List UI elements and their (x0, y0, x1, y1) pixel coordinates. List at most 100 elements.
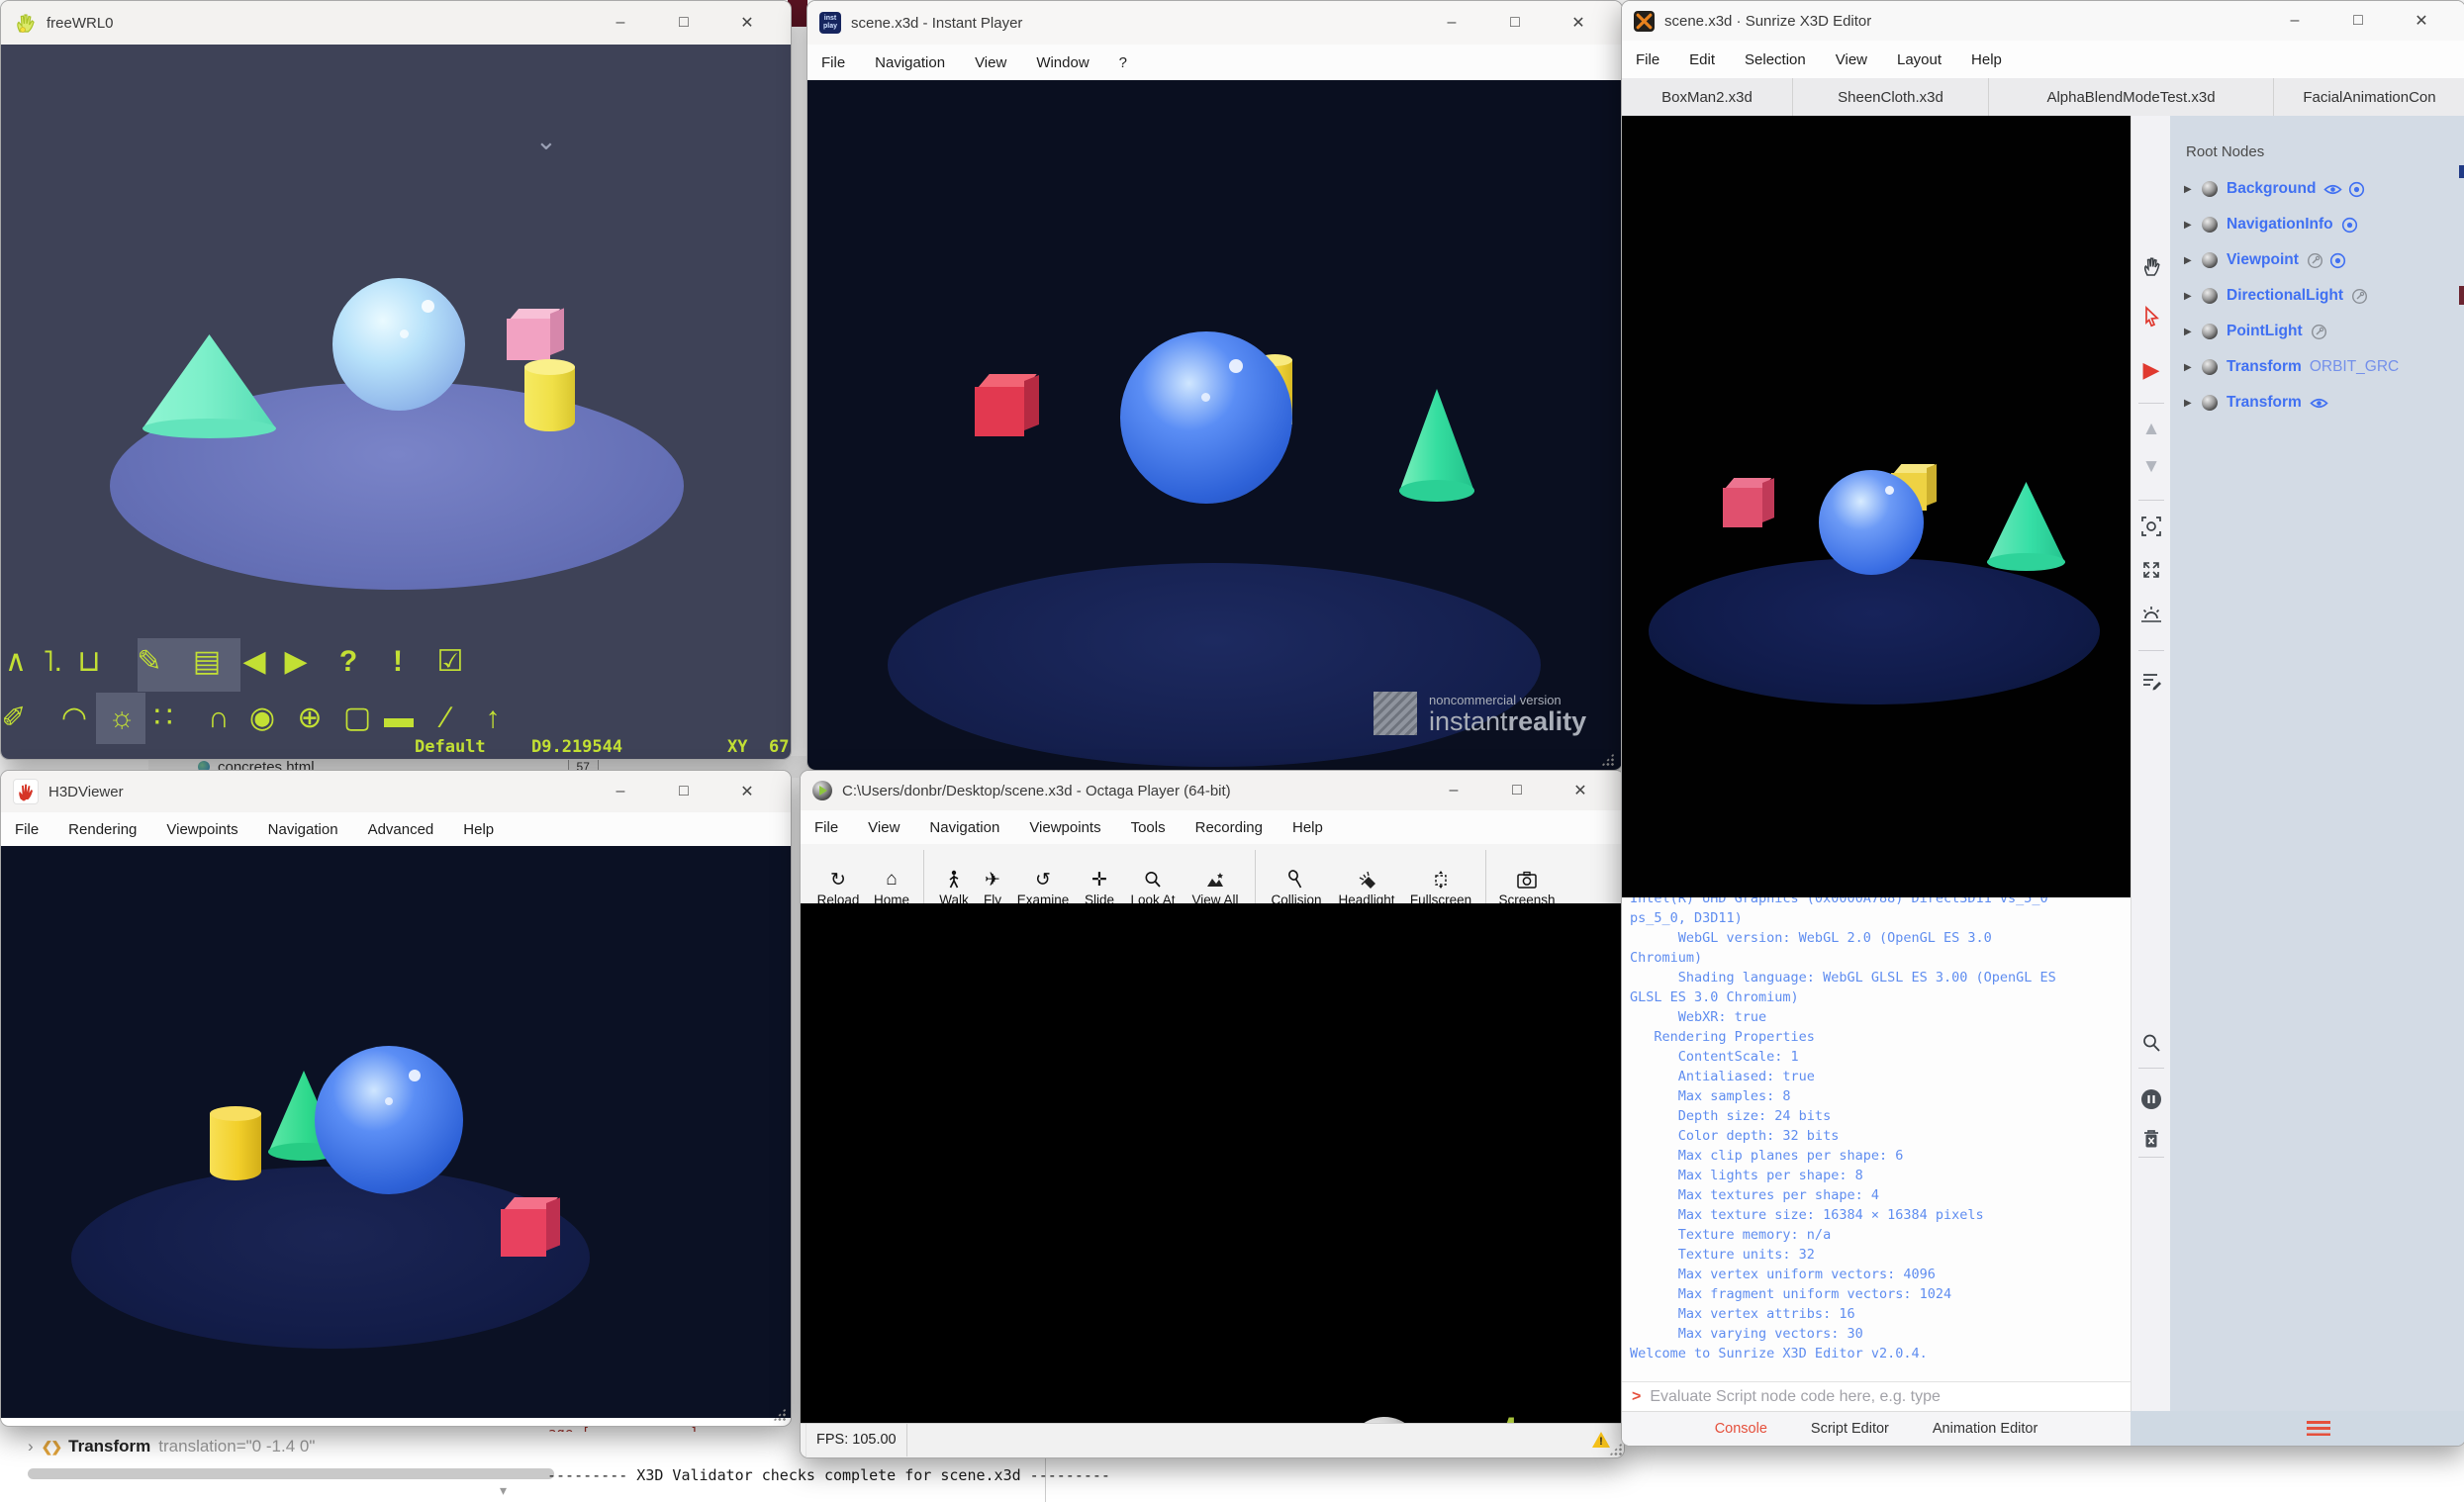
menu-file[interactable]: File (1636, 51, 1659, 68)
menu-view[interactable]: View (868, 819, 900, 836)
menu-file[interactable]: File (821, 54, 845, 71)
freewrl-tool-pen-icon[interactable]: ✎ (128, 638, 171, 686)
freewrl-platform-icon[interactable]: ▬ (377, 695, 421, 742)
freewrl-dome-icon[interactable]: ∩ (197, 695, 240, 742)
fit-view-icon[interactable] (2132, 559, 2171, 581)
focus-object-icon[interactable] (2132, 516, 2171, 537)
pan-hand-icon[interactable] (2132, 254, 2171, 278)
maximize-icon[interactable]: □ (2326, 12, 2390, 30)
menu-window[interactable]: Window (1036, 54, 1089, 71)
node-directionallight[interactable]: ▶ DirectionalLight (2170, 278, 2464, 314)
freewrl-dots-icon[interactable]: ∷ (142, 695, 185, 742)
horizontal-scrollbar[interactable] (28, 1468, 554, 1479)
maximize-icon[interactable]: □ (1483, 14, 1547, 32)
menu-file[interactable]: File (15, 821, 39, 838)
close-icon[interactable]: ✕ (1547, 13, 1610, 33)
node-pointlight[interactable]: ▶ PointLight (2170, 314, 2464, 349)
freewrl-next-icon[interactable]: ▶ (274, 638, 318, 686)
node-background[interactable]: ▶ Background (2170, 171, 2464, 207)
clear-console-icon[interactable] (2132, 1127, 2171, 1151)
menu-view[interactable]: View (975, 54, 1006, 71)
freewrl-up-arrow-icon[interactable]: ↑ (471, 695, 515, 742)
minimize-icon[interactable]: – (589, 14, 652, 32)
edit-source-icon[interactable] (2132, 670, 2171, 692)
menu-navigation[interactable]: Navigation (875, 54, 945, 71)
maximize-icon[interactable]: □ (652, 14, 715, 32)
sunrize-viewport[interactable] (1622, 116, 2131, 897)
close-icon[interactable]: ✕ (2390, 11, 2453, 31)
close-icon[interactable]: ✕ (1549, 781, 1612, 800)
menu-file[interactable]: File (814, 819, 838, 836)
eye-icon[interactable] (2310, 397, 2328, 410)
expander-icon[interactable]: ▶ (2184, 327, 2198, 337)
menu-help[interactable]: Help (463, 821, 494, 838)
select-cursor-icon[interactable] (2132, 306, 2171, 328)
instant-viewport[interactable]: noncommercial version instantreality (807, 80, 1622, 770)
node-navigationinfo[interactable]: ▶ NavigationInfo (2170, 207, 2464, 242)
menu-tools[interactable]: Tools (1131, 819, 1166, 836)
tab-sheencloth[interactable]: SheenCloth.x3d (1793, 78, 1989, 116)
tool-icon[interactable] (2307, 252, 2323, 269)
tool-icon[interactable] (2311, 324, 2327, 340)
menu-view[interactable]: View (1836, 51, 1867, 68)
pause-console-icon[interactable] (2132, 1087, 2171, 1111)
maximize-icon[interactable]: □ (1485, 782, 1549, 799)
menu-help[interactable]: Help (1971, 51, 2002, 68)
tab-facialanimation[interactable]: FacialAnimationCon (2274, 78, 2464, 116)
home-button[interactable]: ⌂Home (868, 867, 915, 907)
expander-icon[interactable]: ▶ (2184, 291, 2198, 302)
menu-selection[interactable]: Selection (1745, 51, 1806, 68)
minimize-icon[interactable]: – (589, 783, 652, 800)
menu-layout[interactable]: Layout (1897, 51, 1942, 68)
freewrl-tool-dish-icon[interactable]: ⊔ (67, 638, 111, 686)
resize-grip[interactable] (1601, 753, 1614, 766)
tab-alphablendmodetest[interactable]: AlphaBlendModeTest.x3d (1989, 78, 2274, 116)
menu-navigation[interactable]: Navigation (929, 819, 999, 836)
target-icon[interactable] (2341, 217, 2358, 234)
freewrl-viewport[interactable]: ⌄ ∧ ˥. ⊔ ✎ ▤ ◀ ▶ ? ! ☑ ✐ ◠ ☼ ∷ ∩ (1, 45, 791, 759)
target-icon[interactable] (2329, 252, 2346, 269)
expander-icon[interactable]: ▶ (2184, 255, 2198, 266)
node-transform-orbit[interactable]: ▶ Transform ORBIT_GRC (2170, 349, 2464, 385)
walk-button[interactable]: Walk (932, 867, 976, 907)
fullscreen-button[interactable]: Fullscreen (1404, 867, 1477, 907)
freewrl-pencil-icon[interactable]: ✐ (1, 695, 36, 742)
tab-script-editor[interactable]: Script Editor (1811, 1421, 1889, 1437)
headlight-button[interactable]: Headlight (1329, 867, 1404, 907)
minimize-icon[interactable]: – (1422, 782, 1485, 799)
freewrl-help-icon[interactable]: ? (327, 638, 370, 686)
node-transform[interactable]: ▶ Transform (2170, 385, 2464, 421)
chevron-right-icon[interactable]: › (28, 1437, 34, 1456)
panel-resize-arrow-icon[interactable]: ▾ (500, 1482, 507, 1499)
menu-edit[interactable]: Edit (1689, 51, 1715, 68)
tab-console[interactable]: Console (1715, 1421, 1767, 1437)
tab-animation-editor[interactable]: Animation Editor (1933, 1421, 2038, 1437)
fly-button[interactable]: ✈Fly (976, 867, 1009, 907)
chevron-down-icon[interactable]: ⌄ (535, 126, 557, 156)
maximize-icon[interactable]: □ (652, 783, 715, 800)
freewrl-hill-icon[interactable]: ◠ (52, 695, 96, 742)
expander-icon[interactable]: ▶ (2184, 220, 2198, 231)
freewrl-disc-icon[interactable]: ◉ (240, 695, 284, 742)
freewrl-frame-icon[interactable]: ▢ (335, 695, 379, 742)
menu-help[interactable]: ? (1119, 54, 1127, 71)
expander-icon[interactable]: ▶ (2184, 398, 2198, 409)
octaga-viewport[interactable]: octaga VISUAL SOLUTIONS (801, 903, 1624, 1424)
expander-icon[interactable]: ▶ (2184, 362, 2198, 373)
freewrl-prev-icon[interactable]: ◀ (233, 638, 276, 686)
console-menu-icon[interactable] (2307, 1421, 2330, 1436)
h3d-viewport[interactable] (1, 846, 791, 1418)
menu-advanced[interactable]: Advanced (368, 821, 434, 838)
console-search-icon[interactable] (2132, 1032, 2171, 1054)
close-icon[interactable]: ✕ (715, 13, 779, 33)
move-up-icon[interactable]: ▲ (2132, 419, 2171, 440)
eye-icon[interactable] (2323, 183, 2342, 196)
freewrl-slash-icon[interactable]: ∕ (425, 695, 468, 742)
menu-viewpoints[interactable]: Viewpoints (166, 821, 237, 838)
sunrize-console[interactable]: Intel(R) UHD Graphics (0x0000A788) Direc… (1622, 897, 2131, 1381)
minimize-icon[interactable]: – (2263, 12, 2326, 30)
screenshot-button[interactable]: Screensh (1494, 867, 1560, 907)
reload-button[interactable]: ↻Reload (808, 867, 868, 907)
freewrl-check-icon[interactable]: ☑ (428, 638, 472, 686)
menu-rendering[interactable]: Rendering (68, 821, 137, 838)
